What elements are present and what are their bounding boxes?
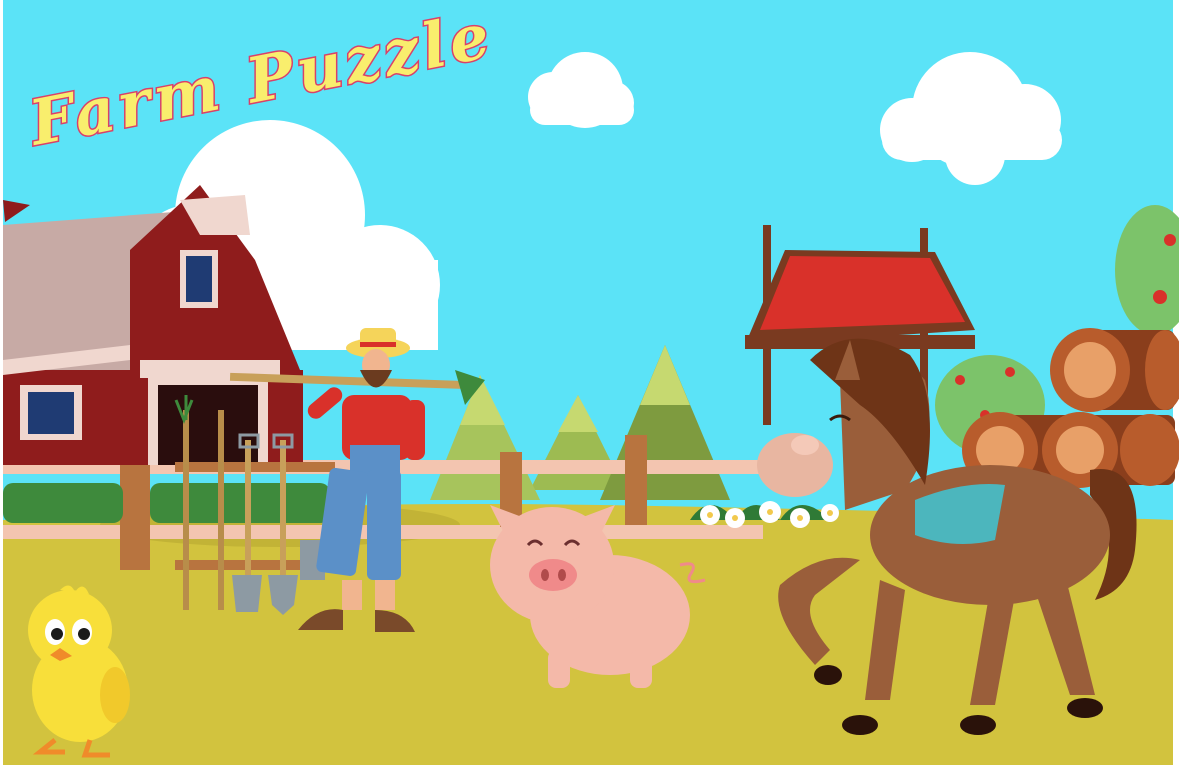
farm-puzzle-scene: Farm Puzzle xyxy=(0,0,1179,765)
scene-canvas: Farm Puzzle xyxy=(0,0,1179,765)
